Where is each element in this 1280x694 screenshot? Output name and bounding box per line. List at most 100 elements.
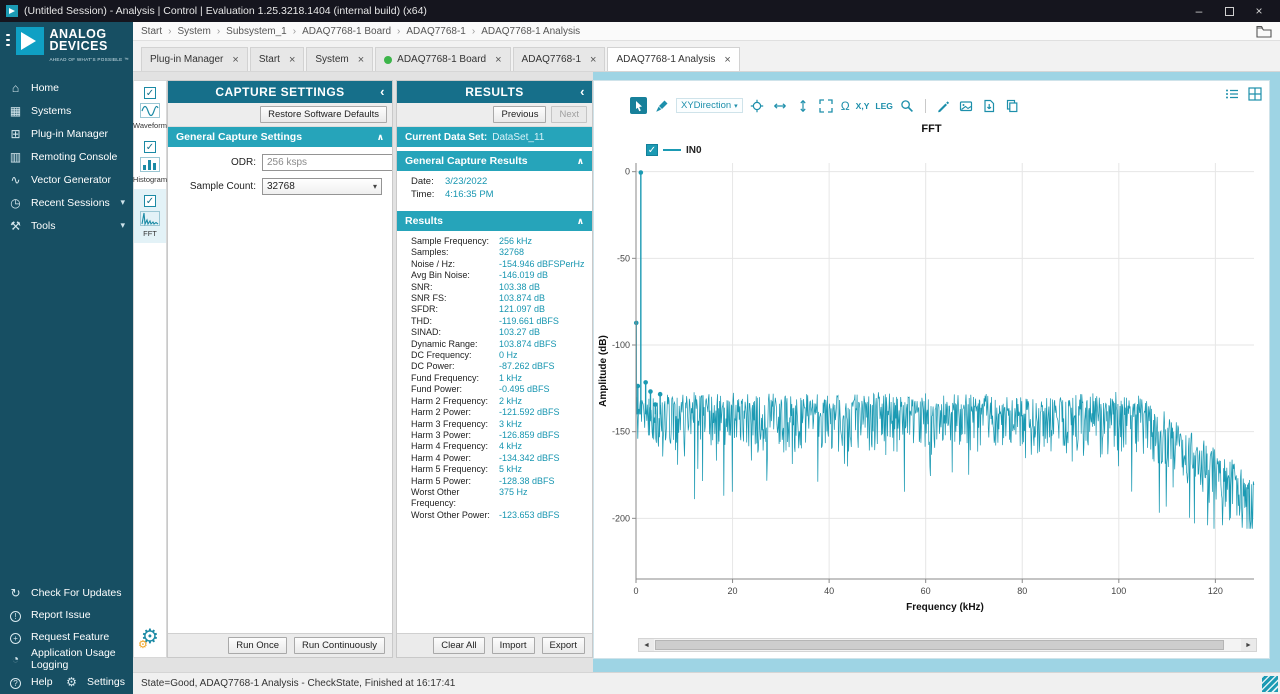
minimize-button[interactable]: – xyxy=(1184,0,1214,22)
resize-grip[interactable] xyxy=(1262,676,1278,692)
tab-close-icon[interactable]: × xyxy=(358,55,364,65)
zoom-y-tool[interactable] xyxy=(795,97,812,114)
general-capture-settings-section[interactable]: General Capture Settings ∧ xyxy=(168,127,392,147)
sample-count-dropdown[interactable]: 32768 ▾ xyxy=(262,178,382,195)
scrollbar-track[interactable] xyxy=(654,639,1241,651)
brush-tool[interactable] xyxy=(653,97,670,114)
view-tab-histogram[interactable]: ✓ Histogram xyxy=(134,135,166,189)
annotate-tool[interactable] xyxy=(935,97,952,114)
document-tab[interactable]: ADAQ7768-1 Analysis × xyxy=(607,47,739,71)
clear-all-button[interactable]: Clear All xyxy=(433,637,484,654)
svg-text:Frequency (kHz): Frequency (kHz) xyxy=(906,602,984,613)
breadcrumb-item[interactable]: ADAQ7768-1 Board xyxy=(302,26,406,37)
legend-checkbox[interactable]: ✓ xyxy=(646,144,658,156)
run-once-button[interactable]: Run Once xyxy=(228,637,287,654)
result-label: DC Power: xyxy=(411,361,499,372)
xy-readout-toggle[interactable]: X,Y xyxy=(856,101,870,111)
tab-close-icon[interactable]: × xyxy=(289,55,295,65)
tab-label: ADAQ7768-1 xyxy=(522,54,581,65)
capture-settings-header: CAPTURE SETTINGS ‹ xyxy=(168,81,392,103)
document-tab[interactable]: Plug-in Manager × xyxy=(141,47,248,71)
sidebar-item-label: Application Usage Logging xyxy=(31,647,125,671)
breadcrumb-item[interactable]: ADAQ7768-1 Analysis xyxy=(481,26,580,37)
document-tab[interactable]: System × xyxy=(306,47,373,71)
general-capture-results-section[interactable]: General Capture Results ∧ xyxy=(397,151,592,171)
xy-direction-dropdown[interactable]: XYDirection ▾ xyxy=(676,98,743,113)
document-tab[interactable]: ADAQ7768-1 Board × xyxy=(375,47,510,71)
scroll-left-icon[interactable]: ◄ xyxy=(639,639,654,651)
xy-direction-label: XYDirection xyxy=(681,100,731,111)
sidebar-item-settings[interactable]: ⚙ Settings xyxy=(64,670,125,694)
sidebar-item-label: Request Feature xyxy=(31,631,109,643)
save-image-tool[interactable] xyxy=(958,97,975,114)
band-zoom-tool[interactable]: Ω xyxy=(841,99,850,113)
hamburger-menu-icon[interactable] xyxy=(5,27,11,49)
status-bar: State=Good, ADAQ7768-1 Analysis - CheckS… xyxy=(133,672,1280,694)
result-row: Harm 3 Power: -126.859 dBFS xyxy=(411,430,588,441)
sidebar-item-plugin-manager[interactable]: ⊞ Plug-in Manager xyxy=(0,122,133,145)
collapse-panel-icon[interactable]: ‹ xyxy=(380,84,385,99)
legend-toggle[interactable]: LEG xyxy=(875,101,892,111)
tab-close-icon[interactable]: × xyxy=(232,55,238,65)
breadcrumb-item[interactable]: Start xyxy=(141,26,177,37)
view-tab-waveform[interactable]: ✓ Waveform xyxy=(134,81,166,135)
select-tool[interactable] xyxy=(630,97,647,114)
sidebar-item-check-for-updates[interactable]: ↻ Check For Updates xyxy=(0,582,133,604)
maximize-button[interactable] xyxy=(1214,0,1244,22)
tab-close-icon[interactable]: × xyxy=(495,55,501,65)
breadcrumb-item[interactable]: Subsystem_1 xyxy=(226,26,302,37)
result-label: Harm 3 Frequency: xyxy=(411,419,499,430)
result-row: Worst Other Frequency: 375 Hz xyxy=(411,487,588,510)
previous-button[interactable]: Previous xyxy=(493,106,546,123)
sidebar-item-application-usage-logging[interactable]: ◔ Application Usage Logging xyxy=(0,648,133,670)
collapse-panel-icon[interactable]: ‹ xyxy=(580,84,585,99)
plot-grid-icon[interactable] xyxy=(1246,85,1263,102)
next-button[interactable]: Next xyxy=(551,106,587,123)
export-button[interactable]: Export xyxy=(542,637,585,654)
document-tab[interactable]: ADAQ7768-1 × xyxy=(513,47,606,71)
copy-plot-tool[interactable] xyxy=(1004,97,1021,114)
view-tab-fft[interactable]: ✓ FFT xyxy=(134,189,166,243)
folder-icon[interactable] xyxy=(1256,25,1272,38)
sidebar-item-home[interactable]: ⌂ Home xyxy=(0,76,133,99)
result-row: Samples: 32768 xyxy=(411,247,588,258)
chart-horizontal-scrollbar[interactable]: ◄ ► xyxy=(638,638,1257,652)
analysis-settings-gear-icon[interactable]: ⚙⚙ xyxy=(134,624,166,649)
zoom-x-tool[interactable] xyxy=(772,97,789,114)
waveform-checkbox[interactable]: ✓ xyxy=(144,87,156,99)
sidebar-item-remoting-console[interactable]: ▥ Remoting Console xyxy=(0,145,133,168)
sidebar-item-tools[interactable]: ⚒ Tools ▾ xyxy=(0,214,133,237)
fft-checkbox[interactable]: ✓ xyxy=(144,195,156,207)
result-row: Sample Frequency: 256 kHz xyxy=(411,236,588,247)
systems-icon: ▦ xyxy=(8,104,23,118)
histogram-checkbox[interactable]: ✓ xyxy=(144,141,156,153)
results-section[interactable]: Results ∧ xyxy=(397,211,592,231)
export-plot-tool[interactable] xyxy=(981,97,998,114)
sidebar-item-help[interactable]: ? Help xyxy=(8,670,53,694)
sidebar-item-request-feature[interactable]: + Request Feature xyxy=(0,626,133,648)
sidebar-item-label: Vector Generator xyxy=(31,174,111,186)
run-continuously-button[interactable]: Run Continuously xyxy=(294,637,385,654)
fft-plot[interactable]: 0204060801001200-50-100-150-200Frequency… xyxy=(594,139,1271,617)
sidebar-item-vector-generator[interactable]: ∿ Vector Generator xyxy=(0,168,133,191)
tab-close-icon[interactable]: × xyxy=(590,55,596,65)
fit-view-tool[interactable] xyxy=(818,97,835,114)
document-tab[interactable]: Start × xyxy=(250,47,305,71)
sidebar-item-recent-sessions[interactable]: ◷ Recent Sessions ▾ xyxy=(0,191,133,214)
chart-legend: ✓ IN0 xyxy=(642,143,706,157)
sidebar-item-systems[interactable]: ▦ Systems xyxy=(0,99,133,122)
breadcrumb-item[interactable]: ADAQ7768-1 xyxy=(406,26,481,37)
scrollbar-thumb[interactable] xyxy=(655,640,1224,650)
close-button[interactable]: × xyxy=(1244,0,1274,22)
result-label: SINAD: xyxy=(411,327,499,338)
sidebar-item-report-issue[interactable]: ! Report Issue xyxy=(0,604,133,626)
breadcrumb-item[interactable]: System xyxy=(177,26,226,37)
pan-tool[interactable] xyxy=(749,97,766,114)
scroll-right-icon[interactable]: ► xyxy=(1241,639,1256,651)
plot-list-icon[interactable] xyxy=(1223,85,1240,102)
magnifier-tool[interactable] xyxy=(899,97,916,114)
import-button[interactable]: Import xyxy=(492,637,535,654)
odr-input[interactable] xyxy=(262,154,392,171)
restore-defaults-button[interactable]: Restore Software Defaults xyxy=(260,106,387,123)
tab-close-icon[interactable]: × xyxy=(724,55,730,65)
